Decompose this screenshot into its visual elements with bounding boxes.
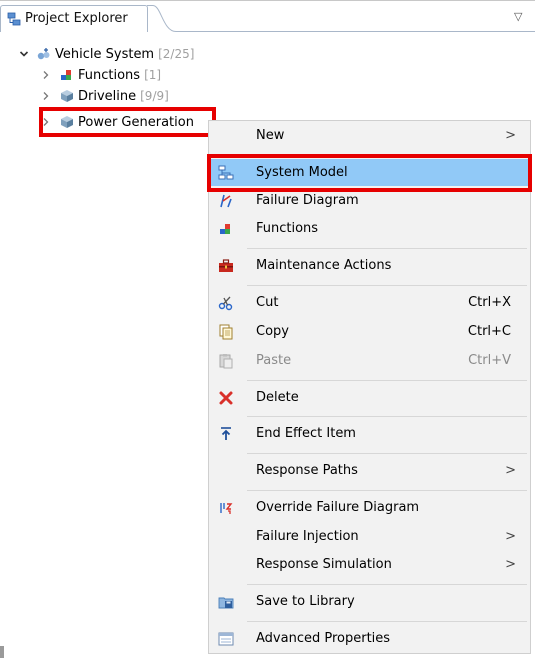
- menu-item-response-simulation[interactable]: Response Simulation >: [209, 551, 530, 578]
- submenu-arrow-icon: >: [505, 529, 516, 544]
- cube-icon: [61, 90, 73, 102]
- chevron-down-icon[interactable]: [18, 48, 30, 60]
- menu-shortcut: Ctrl+C: [467, 324, 511, 339]
- menu-item-cut[interactable]: Cut Ctrl+X: [209, 289, 530, 316]
- paste-icon: [217, 352, 235, 370]
- tree-label: Functions: [78, 67, 141, 83]
- menu-label: Save to Library: [256, 594, 355, 609]
- submenu-arrow-icon: >: [505, 557, 516, 572]
- tree-count: [9/9]: [140, 89, 169, 103]
- menu-item-end-effect-item[interactable]: End Effect Item: [209, 420, 530, 447]
- annotation-box-system-model: [207, 154, 532, 192]
- chevron-right-icon[interactable]: [40, 90, 52, 102]
- menu-label: Delete: [256, 390, 299, 405]
- view-frame-top: [0, 0, 535, 1]
- submenu-arrow-icon: >: [505, 463, 516, 478]
- menu-label: Copy: [256, 324, 289, 339]
- scissors-icon: [217, 294, 235, 312]
- properties-icon: [217, 630, 235, 648]
- menu-label: Response Paths: [256, 463, 358, 478]
- arrow-up-icon: [217, 425, 235, 443]
- menu-label: Functions: [256, 221, 319, 236]
- menu-separator: [247, 416, 527, 417]
- menu-label: Response Simulation: [256, 557, 392, 572]
- menu-separator: [247, 285, 527, 286]
- menu-item-paste[interactable]: Paste Ctrl+V: [209, 347, 530, 374]
- toolbox-icon: [217, 257, 235, 275]
- menu-shortcut: Ctrl+V: [468, 353, 511, 368]
- tree-item-functions[interactable]: Functions [1]: [40, 66, 161, 84]
- menu-item-maintenance-actions[interactable]: Maintenance Actions: [209, 252, 530, 279]
- view-menu-icon[interactable]: ▽: [514, 10, 522, 23]
- view-edge-marker: [0, 646, 4, 658]
- tree-count: [2/25]: [158, 47, 195, 61]
- context-menu: New > System Model Failure Diagram Funct…: [208, 120, 531, 654]
- menu-separator: [247, 248, 527, 249]
- menu-separator: [247, 584, 527, 585]
- tree-label: Driveline: [78, 88, 137, 104]
- menu-item-copy[interactable]: Copy Ctrl+C: [209, 318, 530, 345]
- menu-separator: [247, 621, 527, 622]
- project-explorer-icon: [7, 12, 21, 26]
- menu-item-new[interactable]: New >: [209, 122, 530, 149]
- menu-shortcut: Ctrl+X: [468, 295, 511, 310]
- functions-icon: [61, 70, 71, 80]
- functions-icon: [217, 220, 235, 238]
- tree-root-vehicle-system[interactable]: Vehicle System [2/25]: [18, 45, 194, 63]
- annotation-box-power-generation: [39, 107, 216, 137]
- tab-title: Project Explorer: [25, 11, 128, 26]
- menu-label: Override Failure Diagram: [256, 500, 420, 515]
- menu-label: New: [256, 128, 285, 143]
- menu-separator: [247, 490, 527, 491]
- menu-separator: [247, 380, 527, 381]
- menu-item-advanced-properties[interactable]: Advanced Properties: [209, 625, 530, 652]
- menu-item-save-to-library[interactable]: Save to Library: [209, 588, 530, 615]
- submenu-arrow-icon: >: [505, 128, 516, 143]
- menu-label: End Effect Item: [256, 426, 356, 441]
- save-library-icon: [217, 593, 235, 611]
- tree-item-driveline[interactable]: Driveline [9/9]: [40, 87, 169, 105]
- menu-label: Failure Injection: [256, 529, 359, 544]
- delete-icon: [217, 389, 235, 407]
- override-icon: [217, 499, 235, 517]
- system-icon: [37, 48, 50, 60]
- tree-count: [1]: [144, 68, 162, 82]
- copy-icon: [217, 323, 235, 341]
- menu-item-functions[interactable]: Functions: [209, 215, 530, 242]
- menu-item-response-paths[interactable]: Response Paths >: [209, 457, 530, 484]
- failure-diagram-icon: [217, 192, 235, 210]
- project-explorer-tab[interactable]: Project Explorer: [0, 5, 148, 32]
- tab-edge: [147, 5, 177, 32]
- tab-underline: [176, 31, 535, 32]
- menu-label: Advanced Properties: [256, 631, 391, 646]
- menu-label: Paste: [256, 353, 292, 368]
- menu-label: Maintenance Actions: [256, 258, 392, 273]
- menu-separator: [247, 453, 527, 454]
- menu-item-override-failure-diagram[interactable]: Override Failure Diagram: [209, 494, 530, 521]
- menu-label: Cut: [256, 295, 279, 310]
- chevron-right-icon[interactable]: [40, 69, 52, 81]
- menu-label: Failure Diagram: [256, 193, 359, 208]
- tree-label: Vehicle System: [55, 46, 155, 62]
- menu-item-delete[interactable]: Delete: [209, 384, 530, 411]
- menu-item-failure-injection[interactable]: Failure Injection >: [209, 523, 530, 550]
